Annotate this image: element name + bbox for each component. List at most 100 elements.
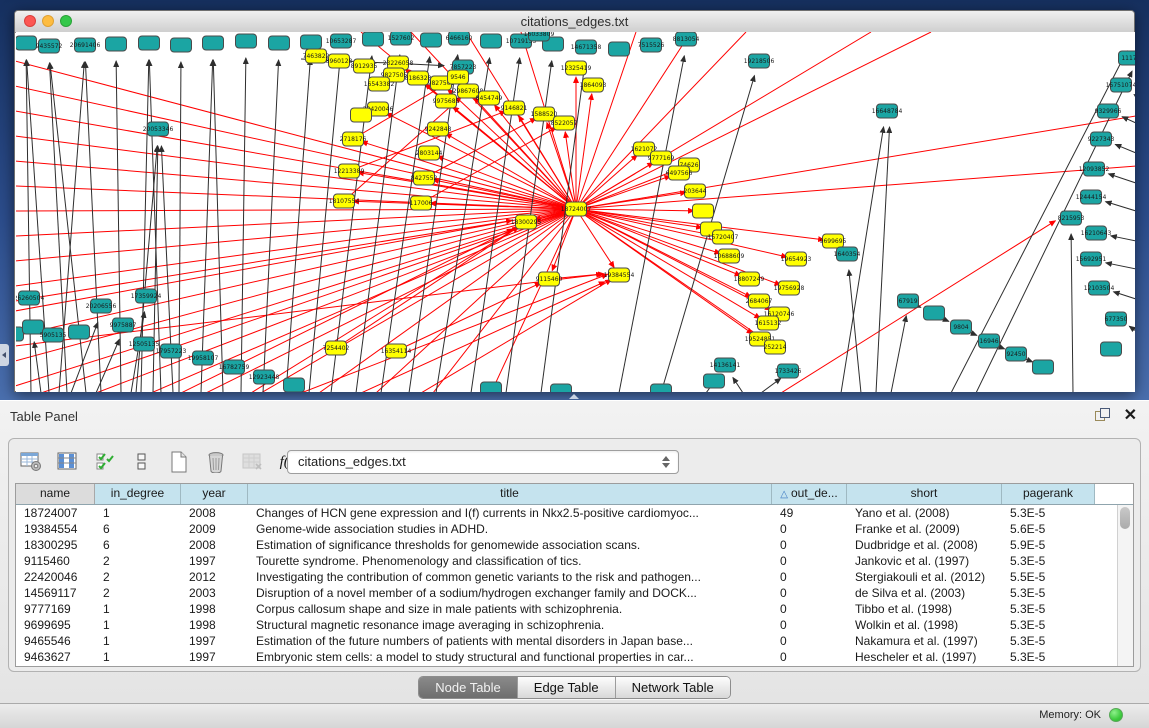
graph-node[interactable]: 9227343 <box>1088 132 1115 146</box>
graph-node[interactable] <box>171 38 192 52</box>
graph-edge[interactable] <box>576 166 1135 209</box>
table-selector-dropdown[interactable]: citations_edges.txt <box>287 450 679 474</box>
graph-edge[interactable] <box>16 136 576 209</box>
graph-node[interactable]: 7515526 <box>638 38 665 52</box>
window-titlebar[interactable]: citations_edges.txt <box>15 11 1134 33</box>
graph-node[interactable]: 252214 <box>764 340 787 354</box>
graph-node[interactable]: 8215953 <box>1058 211 1085 225</box>
table-row[interactable]: 2242004622012Investigating the contribut… <box>16 569 1133 585</box>
graph-node[interactable]: 9804 <box>951 320 972 334</box>
graph-node[interactable]: 6497566 <box>666 166 693 180</box>
graph-node[interactable]: 8454749 <box>476 91 503 105</box>
collapse-panel-arrow[interactable] <box>0 344 9 366</box>
graph-node[interactable] <box>1033 360 1054 374</box>
graph-edge[interactable] <box>576 209 614 267</box>
graph-edge[interactable] <box>876 127 890 392</box>
graph-node[interactable] <box>106 37 127 51</box>
split-pane-handle[interactable] <box>569 394 579 399</box>
network-graph-canvas[interactable]: 9435572206914061065328715276026466160107… <box>16 32 1135 392</box>
graph-node[interactable]: 17957223 <box>156 344 187 358</box>
graph-node[interactable]: 8427552 <box>411 171 438 185</box>
graph-node[interactable]: 9242848 <box>425 122 452 136</box>
column-header-pagerank[interactable]: pagerank <box>1002 484 1095 504</box>
graph-node[interactable]: 2718176 <box>340 132 367 146</box>
graph-node[interactable]: 1117 <box>1119 51 1136 65</box>
graph-edge[interactable] <box>16 209 576 386</box>
graph-node[interactable] <box>16 36 37 50</box>
rows-icon[interactable] <box>130 450 154 474</box>
graph-node[interactable]: 18300295 <box>511 215 542 229</box>
graph-node[interactable]: 92450 <box>1006 347 1027 361</box>
table-row[interactable]: 969969511998Structural magnetic resonanc… <box>16 617 1133 633</box>
graph-node[interactable]: 20691406 <box>70 38 101 52</box>
graph-node[interactable]: 9546 <box>448 70 469 84</box>
graph-node[interactable] <box>1101 342 1122 356</box>
graph-node[interactable]: 15692951 <box>1076 252 1107 266</box>
graph-node[interactable]: 19384554 <box>604 268 635 282</box>
graph-node[interactable]: 18724007 <box>561 202 592 216</box>
graph-node[interactable] <box>551 384 572 392</box>
graph-edge[interactable] <box>1115 144 1135 153</box>
graph-edge[interactable] <box>576 209 760 318</box>
graph-node[interactable]: 20206556 <box>86 299 117 313</box>
graph-node[interactable]: 9115460 <box>536 272 563 286</box>
graph-edge[interactable] <box>261 209 576 392</box>
graph-node[interactable] <box>924 306 945 320</box>
graph-edge[interactable] <box>201 60 213 392</box>
graph-edge[interactable] <box>151 209 576 392</box>
graph-node[interactable]: 6466160 <box>446 32 473 45</box>
graph-node[interactable]: 5905135 <box>40 328 67 342</box>
column-header-name[interactable]: name <box>16 484 95 504</box>
vertical-scrollbar[interactable] <box>1117 505 1133 666</box>
graph-node[interactable] <box>284 378 305 392</box>
graph-edge[interactable] <box>733 378 743 392</box>
table-row[interactable]: 1938455462009Genome-wide association stu… <box>16 521 1133 537</box>
graph-node[interactable]: 12093852 <box>1079 162 1110 176</box>
graph-node[interactable]: 1733426 <box>775 364 802 378</box>
graph-node[interactable] <box>269 36 290 50</box>
graph-node[interactable] <box>301 35 322 49</box>
graph-node[interactable]: 18107554 <box>329 194 360 208</box>
graph-node[interactable]: 14671358 <box>571 40 602 54</box>
graph-node[interactable]: 67919 <box>898 294 919 308</box>
graph-node[interactable]: 10653287 <box>326 34 357 48</box>
delete-table-disabled-icon[interactable] <box>241 450 265 474</box>
table-row[interactable]: 946362711997Embryonic stem cells: a mode… <box>16 649 1133 665</box>
graph-node[interactable] <box>236 34 257 48</box>
column-header-title[interactable]: title <box>248 484 772 504</box>
graph-node[interactable]: 19756928 <box>774 281 805 295</box>
graph-node[interactable] <box>651 384 672 392</box>
table-row[interactable]: 1830029562008Estimation of significance … <box>16 537 1133 553</box>
graph-node[interactable]: 2684067 <box>746 294 773 308</box>
table-row[interactable]: 911546021997Tourette syndrome. Phenomeno… <box>16 553 1133 569</box>
scrollbar-thumb[interactable] <box>1120 507 1130 529</box>
graph-node[interactable]: 16782759 <box>219 360 250 374</box>
graph-node[interactable] <box>704 374 725 388</box>
graph-node[interactable]: 16946 <box>979 334 1000 348</box>
graph-node[interactable]: 8912935 <box>351 59 378 73</box>
graph-node[interactable]: 677350 <box>1105 312 1128 326</box>
graph-node[interactable]: 12923448 <box>249 370 280 384</box>
graph-node[interactable] <box>69 325 90 339</box>
graph-node[interactable]: 12444154 <box>1076 190 1107 204</box>
graph-node[interactable]: 17359924 <box>131 289 162 303</box>
graph-node[interactable]: 16543382 <box>364 77 395 91</box>
graph-edge[interactable] <box>179 62 181 392</box>
graph-node[interactable]: 19958107 <box>188 351 219 365</box>
graph-edge[interactable] <box>576 32 691 209</box>
graph-node[interactable]: 12103504 <box>1084 281 1115 295</box>
graph-edge[interactable] <box>41 209 576 392</box>
graph-node[interactable]: 8522057 <box>551 116 578 130</box>
graph-node[interactable]: 9146821 <box>501 101 528 115</box>
graph-node[interactable]: 203644 <box>684 184 707 198</box>
graph-node[interactable]: 19654923 <box>781 252 812 266</box>
graph-node[interactable] <box>203 36 224 50</box>
graph-node[interactable]: 12213389 <box>334 164 365 178</box>
graph-edge[interactable] <box>1106 202 1135 211</box>
graph-node[interactable]: 26260504 <box>16 291 44 305</box>
graph-edge[interactable] <box>206 209 576 392</box>
graph-edge[interactable] <box>576 209 787 257</box>
graph-node[interactable] <box>139 36 160 50</box>
graph-node[interactable]: 8813054 <box>673 32 700 46</box>
graph-node[interactable]: 9699695 <box>820 234 847 248</box>
